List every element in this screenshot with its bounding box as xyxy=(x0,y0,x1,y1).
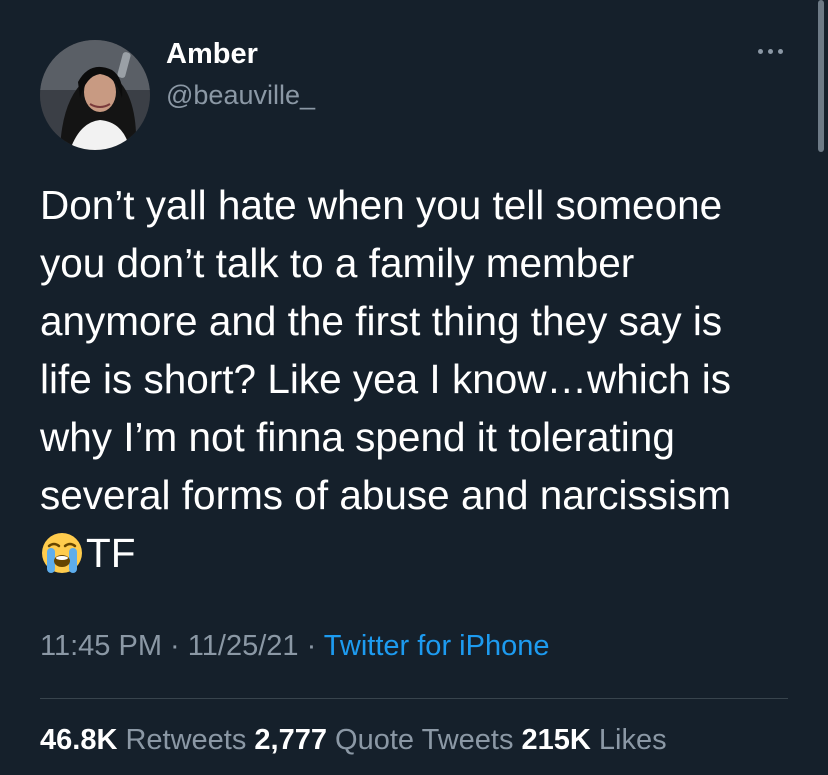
divider xyxy=(40,698,788,699)
tweet-text-line: several forms of abuse and narcissism xyxy=(40,472,732,518)
tweet-text-line: why I’m not finna spend it tolerating xyxy=(40,414,675,460)
user-handle[interactable]: @beauville_ xyxy=(166,80,315,111)
tweet-text-line: life is short? Like yea I know…which is xyxy=(40,356,732,402)
tweet-stats: 46.8K Retweets 2,777 Quote Tweets 215K L… xyxy=(40,724,667,757)
scrollbar[interactable] xyxy=(818,0,824,152)
quote-tweets-count: 2,777 xyxy=(254,724,327,756)
tweet-date[interactable]: 11/25/21 xyxy=(188,630,299,662)
more-dot-icon xyxy=(777,48,783,54)
tweet-text-line: anymore and the first thing they say is xyxy=(40,298,723,344)
avatar[interactable] xyxy=(40,40,150,150)
tweet-time[interactable]: 11:45 PM xyxy=(40,630,162,662)
likes-count: 215K xyxy=(521,724,591,756)
meta-separator: · xyxy=(306,630,317,662)
tweet-meta: 11:45 PM · 11/25/21 · Twitter for iPhone xyxy=(40,630,549,663)
more-options-button[interactable] xyxy=(742,36,798,66)
retweets-stat[interactable]: 46.8K Retweets xyxy=(40,724,246,756)
likes-label: Likes xyxy=(598,724,667,756)
tweet-detail: Amber @beauville_ Don’t yall hate when y… xyxy=(0,0,828,775)
likes-stat[interactable]: 215K Likes xyxy=(522,724,667,756)
tweet-text-line: Don’t yall hate when you tell someone xyxy=(40,182,723,228)
meta-separator: · xyxy=(170,630,180,662)
retweets-count: 46.8K xyxy=(40,724,118,756)
retweets-label: Retweets xyxy=(125,724,247,756)
tweet-source-link[interactable]: Twitter for iPhone xyxy=(324,630,550,662)
tweet-text: Don’t yall hate when you tell someone yo… xyxy=(40,176,800,582)
more-dot-icon xyxy=(757,48,763,54)
profile-photo-icon xyxy=(40,40,150,150)
loudly-crying-face-emoji-icon xyxy=(42,533,82,573)
quote-tweets-label: Quote Tweets xyxy=(335,724,514,756)
tweet-text-last-line: TF xyxy=(40,524,800,582)
display-name[interactable]: Amber xyxy=(166,38,258,71)
tweet-text-line: you don’t talk to a family member xyxy=(40,240,635,286)
quote-tweets-stat[interactable]: 2,777 Quote Tweets xyxy=(254,724,513,756)
more-dot-icon xyxy=(767,48,773,54)
tweet-text-tf: TF xyxy=(86,530,136,576)
